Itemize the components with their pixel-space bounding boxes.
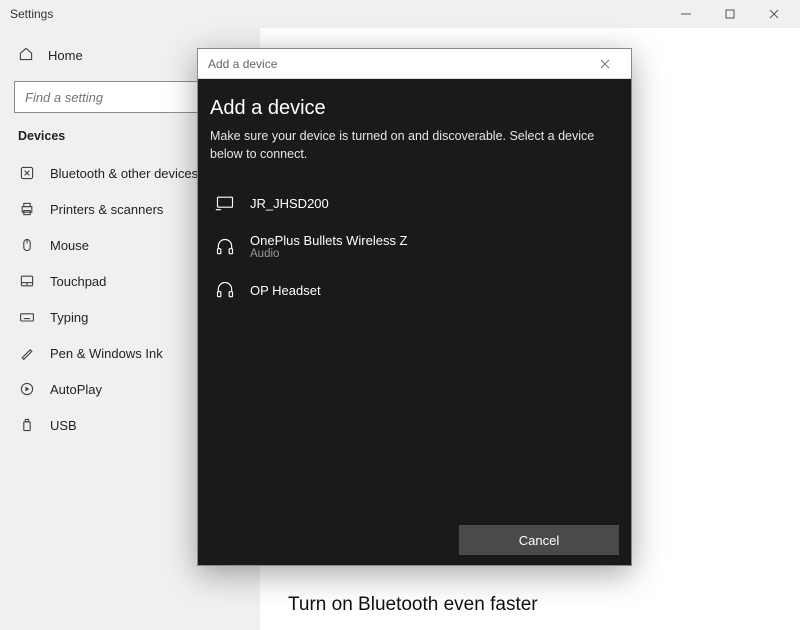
sidebar-item-label: USB: [50, 418, 77, 433]
sidebar-item-label: Touchpad: [50, 274, 106, 289]
device-name: OnePlus Bullets Wireless Z: [250, 233, 408, 248]
dialog-titlebar: Add a device: [198, 49, 631, 79]
sidebar-item-label: Mouse: [50, 238, 89, 253]
dialog-footer: Cancel: [459, 525, 619, 555]
home-icon: [18, 46, 34, 65]
add-device-dialog: Add a device Add a device Make sure your…: [197, 48, 632, 566]
window-title: Settings: [10, 7, 53, 21]
bluetooth-icon: [18, 165, 36, 181]
dialog-body: Add a device Make sure your device is tu…: [198, 79, 631, 565]
sidebar-item-label: Bluetooth & other devices: [50, 166, 198, 181]
dialog-heading: Add a device: [210, 97, 619, 120]
display-icon: [214, 193, 236, 213]
touchpad-icon: [18, 273, 36, 289]
device-name: OP Headset: [250, 283, 321, 298]
device-row[interactable]: OP Headset: [210, 270, 619, 310]
keyboard-icon: [18, 309, 36, 325]
sidebar-item-label: Printers & scanners: [50, 202, 163, 217]
window-titlebar: Settings: [0, 0, 800, 28]
device-name: JR_JHSD200: [250, 196, 329, 211]
headphone-icon: [214, 280, 236, 300]
pen-icon: [18, 345, 36, 361]
device-subtext: Audio: [250, 248, 408, 260]
section-heading: Turn on Bluetooth even faster: [288, 594, 772, 616]
home-label: Home: [48, 48, 83, 63]
dialog-close-button[interactable]: [585, 49, 625, 79]
device-row[interactable]: OnePlus Bullets Wireless Z Audio: [210, 223, 619, 270]
sidebar-item-label: Pen & Windows Ink: [50, 346, 163, 361]
sidebar-item-label: Typing: [50, 310, 88, 325]
window-controls: [664, 0, 796, 28]
dialog-subtext: Make sure your device is turned on and d…: [210, 128, 619, 163]
sidebar-item-label: AutoPlay: [50, 382, 102, 397]
mouse-icon: [18, 237, 36, 253]
usb-icon: [18, 417, 36, 433]
close-button[interactable]: [752, 0, 796, 28]
cancel-button[interactable]: Cancel: [459, 525, 619, 555]
printer-icon: [18, 201, 36, 217]
headphone-icon: [214, 237, 236, 257]
minimize-button[interactable]: [664, 0, 708, 28]
dialog-title: Add a device: [208, 57, 277, 71]
autoplay-icon: [18, 381, 36, 397]
device-row[interactable]: JR_JHSD200: [210, 183, 619, 223]
maximize-button[interactable]: [708, 0, 752, 28]
